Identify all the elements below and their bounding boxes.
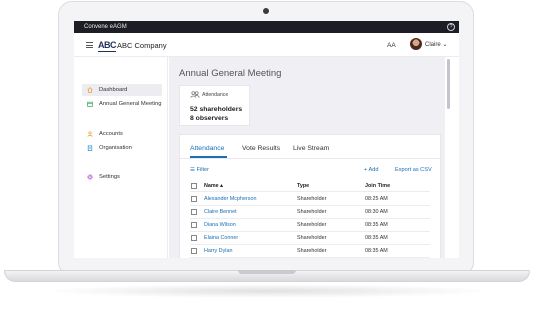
sidebar-item-label: Settings bbox=[99, 174, 120, 180]
attendee-name-link[interactable]: Diana Wilson bbox=[204, 221, 236, 229]
attendee-type: Shareholder bbox=[297, 222, 327, 228]
people-icon bbox=[190, 91, 200, 98]
column-header-name[interactable]: Name ▴ bbox=[204, 182, 223, 190]
sidebar-item-label: Annual General Meeting bbox=[99, 101, 162, 107]
table-row: Claire Bennet Shareholder 08:30 AM bbox=[190, 207, 430, 219]
attendee-name-link[interactable]: Alexander Mcpherson bbox=[204, 195, 256, 203]
attendance-panel: Attendance Vote Results Live Stream ☰ Fi… bbox=[179, 134, 442, 258]
divider bbox=[190, 231, 430, 232]
app-title: Convene eAGM bbox=[84, 24, 127, 30]
sidebar-item-dashboard[interactable]: Dashboard bbox=[82, 84, 162, 96]
divider bbox=[190, 205, 430, 206]
attendee-type: Shareholder bbox=[297, 196, 327, 202]
help-icon[interactable]: ? bbox=[447, 23, 455, 31]
app-window: Convene eAGM ? ABC ABC Company AA Claire… bbox=[74, 21, 459, 258]
column-header-type[interactable]: Type bbox=[297, 182, 309, 190]
text-size-button[interactable]: AA bbox=[387, 41, 396, 50]
filter-button[interactable]: ☰ Filter bbox=[190, 166, 209, 174]
attendee-type: Shareholder bbox=[297, 235, 327, 241]
divider bbox=[190, 244, 430, 245]
app-header: ABC ABC Company AA Claire ⌄ bbox=[74, 33, 459, 57]
sidebar-item-label: Accounts bbox=[99, 131, 123, 137]
person-icon bbox=[87, 131, 93, 137]
export-csv-button[interactable]: Export as CSV bbox=[395, 166, 432, 174]
filter-icon: ☰ bbox=[190, 167, 196, 173]
table-row: Alexander Mcpherson Shareholder 08:25 AM bbox=[190, 194, 430, 206]
divider bbox=[190, 218, 430, 219]
laptop-notch bbox=[238, 270, 296, 274]
user-name: Claire bbox=[425, 42, 441, 48]
gear-icon bbox=[87, 174, 93, 180]
attendee-name-link[interactable]: Elaina Conner bbox=[204, 234, 238, 242]
observer-count: 8 observers bbox=[190, 115, 229, 122]
row-checkbox[interactable] bbox=[191, 196, 197, 202]
laptop-shadow bbox=[40, 284, 494, 298]
sidebar-item-agm[interactable]: Annual General Meeting bbox=[82, 98, 162, 110]
page-title: Annual General Meeting bbox=[179, 68, 282, 79]
divider bbox=[190, 191, 430, 192]
camera-icon bbox=[263, 8, 269, 14]
attendee-join-time: 08:25 AM bbox=[365, 196, 388, 202]
table-row: Elaina Conner Shareholder 08:35 AM bbox=[190, 233, 430, 245]
shareholder-count: 52 shareholders bbox=[190, 106, 243, 113]
select-all-checkbox[interactable] bbox=[191, 183, 197, 189]
tab-vote-results[interactable]: Vote Results bbox=[242, 144, 280, 154]
attendance-caption: Attendance bbox=[202, 92, 229, 98]
main-content: Annual General Meeting Attendance 52 sha… bbox=[169, 57, 445, 258]
calendar-icon bbox=[87, 101, 93, 107]
sidebar-item-label: Organisation bbox=[99, 145, 132, 151]
row-checkbox[interactable] bbox=[191, 222, 197, 228]
building-icon bbox=[87, 145, 93, 151]
row-checkbox[interactable] bbox=[191, 235, 197, 241]
user-menu[interactable]: Claire ⌄ bbox=[425, 41, 447, 50]
menu-icon[interactable] bbox=[86, 42, 93, 48]
table-row: Harry Dylan Shareholder 08:35 AM bbox=[190, 246, 430, 258]
attendee-type: Shareholder bbox=[297, 209, 327, 215]
company-logo: ABC bbox=[98, 40, 117, 52]
sidebar-item-label: Dashboard bbox=[99, 87, 128, 93]
sidebar: Dashboard Annual General Meeting Account… bbox=[74, 57, 168, 258]
attendee-join-time: 08:35 AM bbox=[365, 235, 388, 241]
divider bbox=[190, 257, 430, 258]
table-header: Name ▴ Type Join Time bbox=[190, 181, 430, 192]
tab-attendance[interactable]: Attendance bbox=[190, 144, 224, 154]
filter-label: Filter bbox=[196, 167, 210, 173]
house-icon bbox=[87, 87, 93, 93]
company-name: ABC Company bbox=[117, 41, 167, 50]
add-button[interactable]: + Add bbox=[364, 166, 378, 174]
table-row: Diana Wilson Shareholder 08:35 AM bbox=[190, 220, 430, 232]
attendee-join-time: 08:35 AM bbox=[365, 222, 388, 228]
attendee-name-link[interactable]: Harry Dylan bbox=[204, 247, 232, 255]
row-checkbox[interactable] bbox=[191, 248, 197, 254]
attendee-name-link[interactable]: Claire Bennet bbox=[204, 208, 237, 216]
tabs-divider bbox=[180, 158, 442, 159]
column-header-join-time[interactable]: Join Time bbox=[365, 182, 390, 190]
avatar[interactable] bbox=[410, 38, 422, 50]
attendee-join-time: 08:35 AM bbox=[365, 248, 388, 254]
tab-live-stream[interactable]: Live Stream bbox=[293, 144, 329, 154]
scrollbar[interactable] bbox=[447, 59, 450, 109]
sidebar-item-accounts[interactable]: Accounts bbox=[82, 128, 162, 140]
sidebar-item-settings[interactable]: Settings bbox=[82, 171, 162, 183]
row-checkbox[interactable] bbox=[191, 209, 197, 215]
chevron-down-icon: ⌄ bbox=[442, 42, 448, 48]
title-bar: Convene eAGM ? bbox=[74, 21, 459, 33]
attendance-card: Attendance 52 shareholders 8 observers bbox=[179, 85, 250, 126]
attendee-type: Shareholder bbox=[297, 248, 327, 254]
attendee-join-time: 08:30 AM bbox=[365, 209, 388, 215]
sidebar-item-organisation[interactable]: Organisation bbox=[82, 142, 162, 154]
